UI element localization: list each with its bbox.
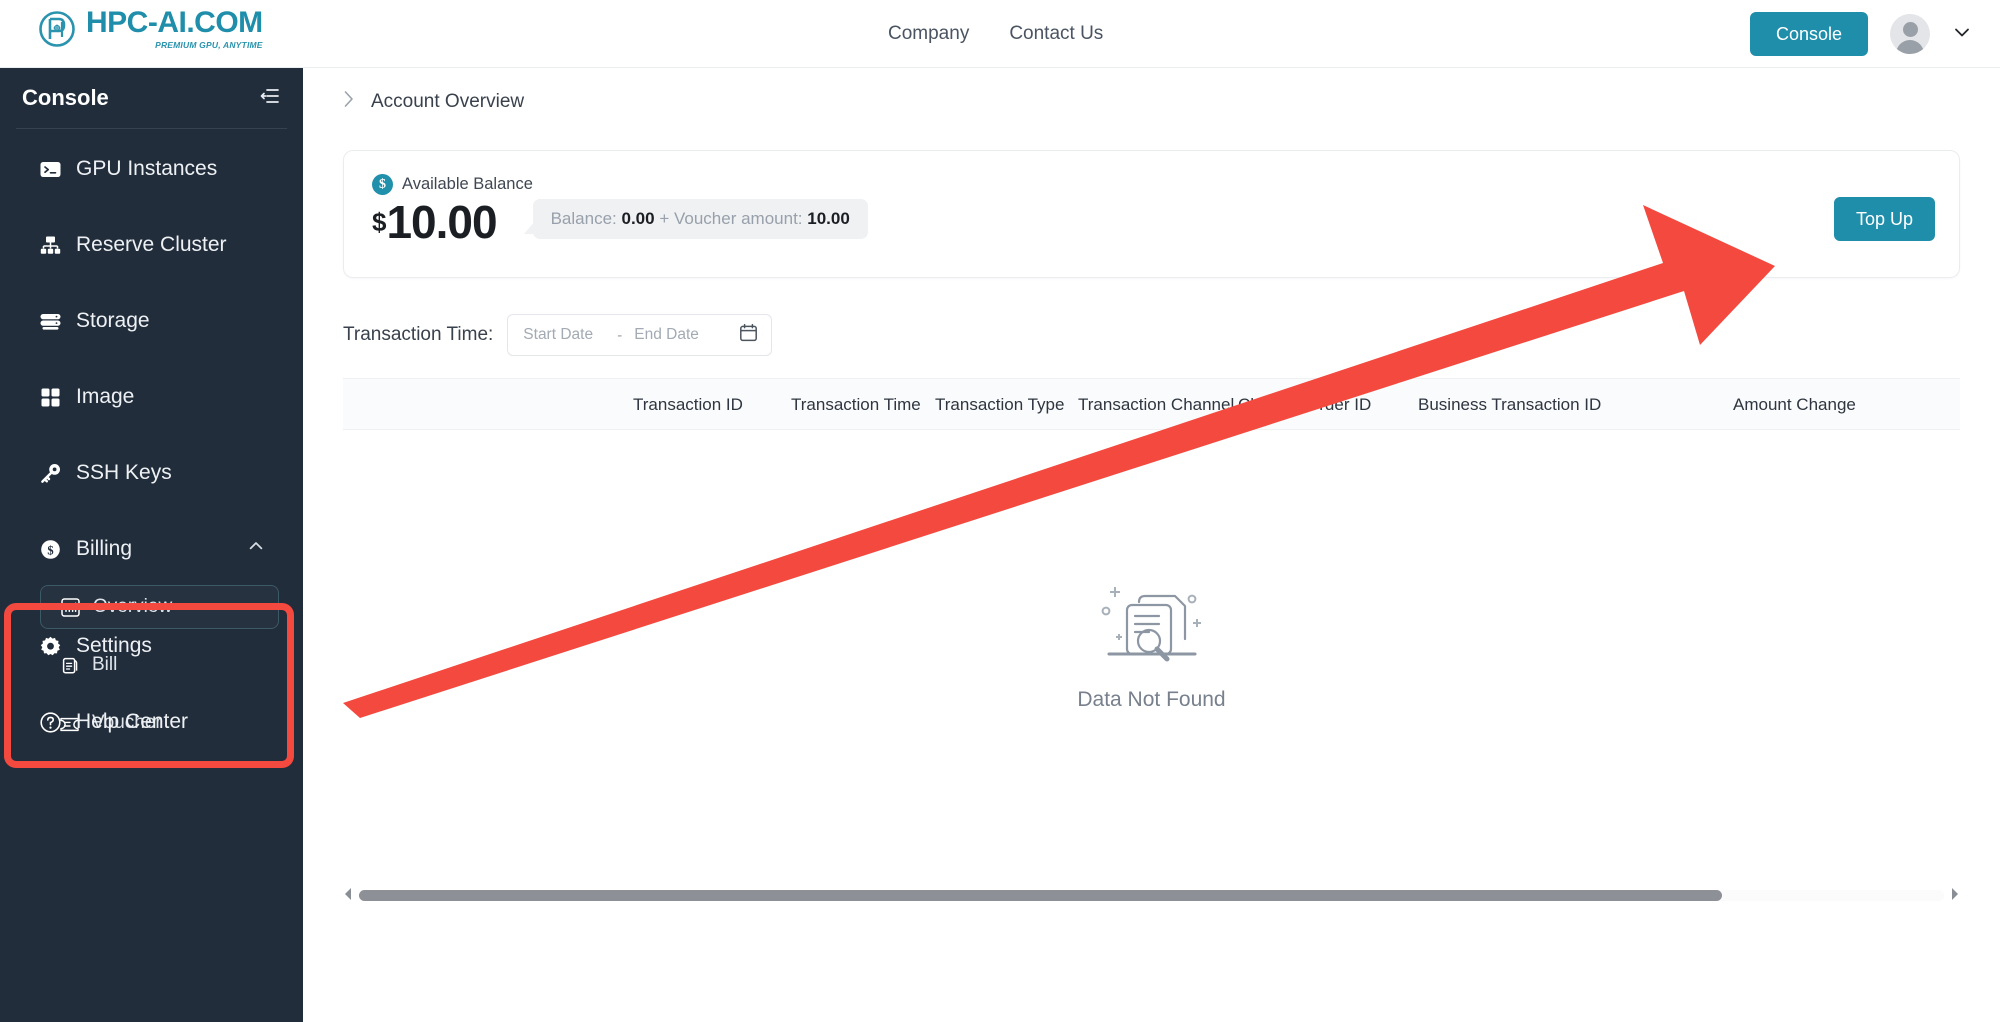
site-logo[interactable]: HPC-AI.COM PREMIUM GPU, ANYTIME: [38, 8, 263, 50]
chevron-down-icon[interactable]: [1952, 22, 1972, 47]
calendar-icon[interactable]: [739, 323, 758, 347]
sidebar-item-billing[interactable]: $ Billing: [12, 527, 291, 571]
topbar-actions: Console: [1749, 0, 1972, 68]
user-avatar-icon[interactable]: [1890, 14, 1930, 54]
sidebar-item-label: Reserve Cluster: [76, 233, 227, 256]
balance-breakdown-tooltip: Balance: 0.00 + Voucher amount: 10.00: [523, 199, 868, 239]
sidebar-divider: [16, 128, 287, 129]
sidebar-item-label: Help Center: [76, 710, 189, 733]
date-range-separator: -: [617, 326, 623, 344]
top-navigation-bar: HPC-AI.COM PREMIUM GPU, ANYTIME Company …: [0, 0, 2000, 68]
sidebar-bottom-group: Settings Help Center: [0, 624, 303, 776]
sidebar: Console GPU Instances Reserve Cluster St…: [0, 68, 303, 1022]
dollar-coin-icon: $: [38, 537, 62, 561]
breakdown-balance-label: Balance:: [550, 209, 617, 228]
logo-wordmark: HPC-AI.COM: [86, 6, 263, 39]
logo-text: HPC-AI.COM PREMIUM GPU, ANYTIME: [86, 8, 263, 50]
currency-symbol: $: [372, 207, 387, 237]
question-circle-icon: [38, 710, 62, 734]
transaction-time-filter: Transaction Time: -: [343, 314, 773, 356]
primary-nav: Company Contact Us: [888, 0, 1103, 68]
empty-state: Data Not Found: [343, 430, 1960, 860]
avatar-head: [1902, 22, 1918, 37]
start-date-input[interactable]: [521, 325, 608, 345]
gear-icon: [38, 634, 62, 658]
scrollbar-thumb[interactable]: [359, 889, 1723, 901]
column-header-transaction-type[interactable]: Transaction Type: [935, 395, 1064, 415]
end-date-input[interactable]: [632, 325, 719, 345]
hpc-ai-logo-icon: [38, 10, 76, 48]
page-root: HPC-AI.COM PREMIUM GPU, ANYTIME Company …: [0, 0, 2000, 1022]
sidebar-item-ssh-keys[interactable]: SSH Keys: [12, 451, 291, 495]
empty-state-text: Data Not Found: [1077, 687, 1226, 711]
sidebar-item-help-center[interactable]: Help Center: [12, 700, 291, 744]
sidebar-item-storage[interactable]: Storage: [12, 299, 291, 343]
bar-chart-icon: [59, 596, 81, 618]
sidebar-item-label: Settings: [76, 634, 152, 657]
breakdown-balance-value: 0.00: [621, 209, 655, 228]
breakdown-plus: +: [659, 209, 670, 228]
balance-amount: 10.00: [386, 196, 497, 248]
terminal-icon: [38, 157, 62, 181]
console-button[interactable]: Console: [1749, 12, 1868, 56]
breadcrumb-current: Account Overview: [371, 90, 525, 112]
storage-icon: [38, 309, 62, 333]
scrollbar-track[interactable]: [359, 889, 1944, 901]
transaction-time-label: Transaction Time:: [343, 324, 494, 345]
top-up-button[interactable]: Top Up: [1833, 197, 1935, 241]
column-header-transaction-channel[interactable]: Transaction Channel: [1078, 395, 1234, 415]
sidebar-header: Console: [0, 68, 303, 128]
svg-text:$: $: [47, 543, 53, 557]
sidebar-item-image[interactable]: Image: [12, 375, 291, 419]
key-icon: [38, 461, 62, 485]
column-header-business-transaction-id[interactable]: Business Transaction ID: [1418, 395, 1601, 415]
column-header-channel-order-id[interactable]: Channel Order ID: [1238, 395, 1371, 415]
sidebar-item-label: Storage: [76, 309, 150, 332]
balance-card-header: $ Available Balance: [344, 151, 1959, 195]
table-header-row: Transaction ID Transaction Time Transact…: [343, 378, 1960, 430]
breakdown-voucher-label: Voucher amount:: [674, 209, 803, 228]
transactions-table: Transaction ID Transaction Time Transact…: [343, 378, 1960, 908]
sidebar-title: Console: [22, 85, 109, 110]
main-content: Account Overview $ Available Balance $ 1…: [303, 68, 2000, 1022]
sidebar-item-label: GPU Instances: [76, 157, 218, 180]
sidebar-item-gpu-instances[interactable]: GPU Instances: [12, 147, 291, 191]
sidebar-item-label: Overview: [93, 596, 173, 617]
available-balance-label: Available Balance: [402, 175, 533, 193]
logo-tagline: PREMIUM GPU, ANYTIME: [155, 40, 263, 50]
sidebar-item-label: Billing: [76, 537, 133, 560]
horizontal-scrollbar[interactable]: [343, 882, 1960, 908]
sidebar-item-settings[interactable]: Settings: [12, 624, 291, 668]
nav-item-company[interactable]: Company: [888, 23, 969, 45]
date-range-picker[interactable]: -: [507, 314, 773, 356]
dollar-coin-icon: $: [372, 174, 393, 195]
sidebar-item-overview[interactable]: Overview: [40, 585, 279, 629]
column-header-transaction-id[interactable]: Transaction ID: [633, 395, 743, 415]
avatar-body: [1896, 40, 1924, 54]
nav-item-contact-us[interactable]: Contact Us: [1009, 23, 1103, 45]
breakdown-voucher-value: 10.00: [807, 209, 850, 228]
available-balance-card: $ Available Balance $ 10.00 Balance: 0.0…: [343, 150, 1960, 278]
sidebar-item-reserve-cluster[interactable]: Reserve Cluster: [12, 223, 291, 267]
collapse-sidebar-icon[interactable]: [259, 85, 281, 112]
breadcrumb: Account Overview: [303, 68, 2000, 113]
scroll-left-arrow-icon[interactable]: [343, 887, 353, 904]
sidebar-item-label: Image: [76, 385, 135, 408]
chevron-up-icon[interactable]: [247, 537, 265, 561]
chevron-right-icon[interactable]: [343, 90, 355, 113]
document-search-icon: [1093, 579, 1211, 674]
column-header-amount-change[interactable]: Amount Change: [1733, 395, 1856, 415]
sidebar-item-label: SSH Keys: [76, 461, 172, 484]
scroll-right-arrow-icon[interactable]: [1950, 887, 1960, 904]
column-header-transaction-time[interactable]: Transaction Time: [791, 395, 921, 415]
balance-amount-row: $ 10.00 Balance: 0.00 + Voucher amount: …: [344, 195, 1959, 245]
grid-squares-icon: [38, 385, 62, 409]
cluster-icon: [38, 233, 62, 257]
